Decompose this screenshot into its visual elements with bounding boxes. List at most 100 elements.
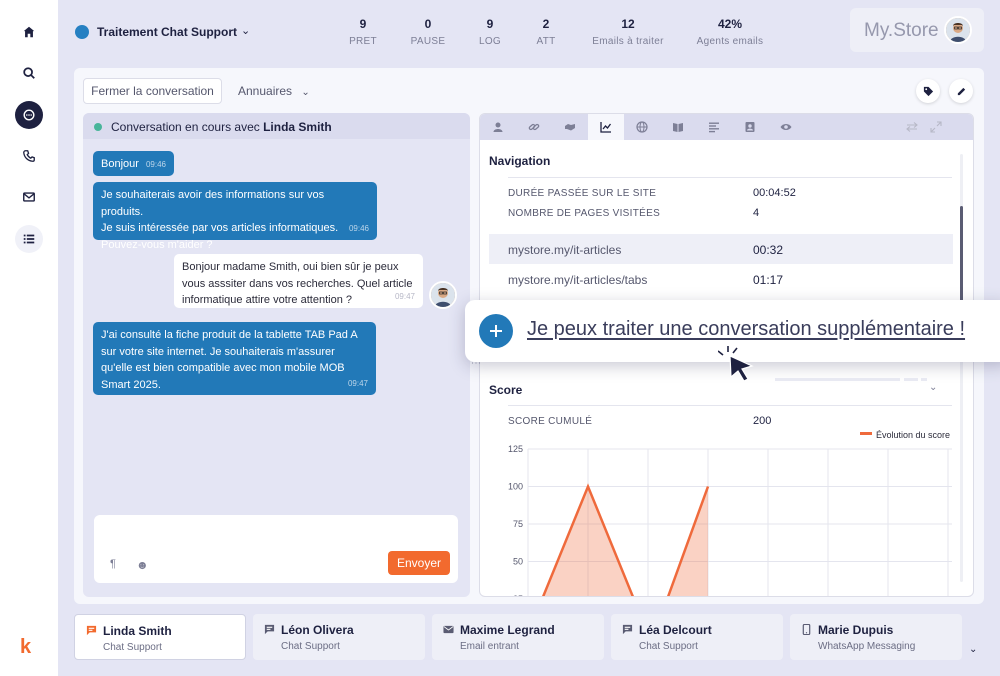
top-bar: Traitement Chat Support ⌄ 9 PRET 0 PAUSE 9… (58, 0, 1000, 66)
info-tabs (480, 114, 973, 140)
y-tick-label: 125 (508, 444, 523, 454)
tab-channel: Email entrant (460, 641, 519, 652)
legend-swatch (860, 432, 872, 435)
page-url[interactable]: mystore.my/it-articles (508, 243, 621, 257)
time-on-site-label: DURÉE PASSÉE SUR LE SITE (508, 188, 657, 199)
tab-contact-name: Léon Olivera (281, 623, 354, 637)
chat-icon (264, 624, 275, 635)
extra-conversation-link[interactable]: Je peux traiter une conversation supplém… (527, 318, 965, 341)
stat-att: 2 ATT (536, 17, 556, 47)
message-bubble: J'ai consulté la fiche produit de la tab… (93, 322, 376, 395)
conversation-tab[interactable]: Léon Olivera Chat Support (253, 614, 425, 660)
chevron-down-icon[interactable]: ⌄ (241, 24, 250, 37)
stat-agents: 42% Agents emails (696, 17, 764, 47)
queue-selector[interactable]: Traitement Chat Support (97, 25, 237, 39)
chevron-down-icon[interactable]: ⌄ (929, 382, 937, 393)
tab-contact-name: Léa Delcourt (639, 623, 712, 637)
page-time: 01:17 (753, 273, 784, 287)
link-icon[interactable] (516, 114, 552, 140)
y-tick-label: 25 (513, 594, 523, 597)
y-tick-label: 100 (508, 482, 523, 492)
tab-channel: Chat Support (639, 641, 698, 652)
message-bubble: Je souhaiterais avoir des informations s… (93, 182, 377, 251)
legend-label: Évolution du score (876, 430, 950, 440)
close-conversation-button[interactable]: Fermer la conversation (83, 78, 222, 104)
page-url[interactable]: mystore.my/it-articles/tabs (508, 273, 647, 287)
send-button[interactable]: Envoyer (388, 551, 450, 575)
tag-icon[interactable] (916, 79, 940, 103)
conversation-header: Conversation en cours avec Linda Smith (83, 113, 470, 139)
mail-icon[interactable] (15, 183, 43, 211)
stat-emails: 12 Emails à traiter (592, 17, 664, 47)
chart-icon[interactable] (588, 114, 624, 140)
tab-contact-name: Maxime Legrand (460, 623, 555, 637)
tab-contact-name: Linda Smith (103, 624, 172, 638)
y-tick-label: 50 (513, 557, 523, 567)
queue-status-dot (75, 25, 89, 39)
chat-icon[interactable] (15, 101, 43, 129)
book-icon[interactable] (660, 114, 696, 140)
divider (508, 177, 952, 178)
tab-channel: Chat Support (103, 642, 162, 653)
chevron-down-icon[interactable]: ⌄ (969, 644, 977, 655)
decorative-line (921, 378, 927, 381)
stat-log: 9 LOG (478, 17, 502, 47)
stat-pause: 0 PAUSE (410, 17, 446, 47)
pointer-cursor-icon (718, 346, 754, 382)
globe-icon[interactable] (624, 114, 660, 140)
score-cumul-value: 200 (753, 415, 772, 427)
search-icon[interactable] (15, 59, 43, 87)
conversation-tab[interactable]: Maxime Legrand Email entrant (432, 614, 604, 660)
conversation-title: Conversation en cours avec Linda Smith (111, 120, 332, 134)
align-icon[interactable] (696, 114, 732, 140)
score-cumul-label: SCORE CUMULÉ (508, 416, 593, 427)
conversation-tab[interactable]: Linda Smith Chat Support (74, 614, 246, 660)
online-status-dot (94, 123, 102, 131)
pages-visited-label: NOMBRE DE PAGES VISITÉES (508, 208, 661, 219)
conversation-panel: Conversation en cours avec Linda Smith B… (83, 113, 470, 597)
conversation-tab[interactable]: Léa Delcourt Chat Support (611, 614, 783, 660)
home-icon[interactable] (15, 18, 43, 46)
message-bubble: Bonjour 09:46 (93, 151, 174, 176)
expand-icon[interactable] (918, 114, 954, 140)
tab-channel: WhatsApp Messaging (818, 641, 916, 652)
divider (508, 405, 952, 406)
eye-icon[interactable] (768, 114, 804, 140)
page-time: 00:32 (753, 243, 784, 257)
tab-channel: Chat Support (281, 641, 340, 652)
list-icon[interactable] (15, 225, 43, 253)
mail-icon (443, 625, 454, 634)
decorative-line (775, 378, 900, 381)
user-icon[interactable] (480, 114, 516, 140)
pages-visited-value: 4 (753, 207, 760, 219)
contact-card-icon[interactable] (732, 114, 768, 140)
message-bubble: Bonjour madame Smith, oui bien sûr je pe… (174, 254, 423, 308)
time-on-site-value: 00:04:52 (753, 187, 796, 199)
phone-icon[interactable] (15, 142, 43, 170)
avatar (429, 281, 457, 309)
app-logo: k (20, 636, 32, 658)
plus-icon[interactable] (479, 314, 513, 348)
edit-icon[interactable] (949, 79, 973, 103)
handshake-icon[interactable] (552, 114, 588, 140)
store-account[interactable]: My.Store (850, 8, 984, 52)
avatar[interactable] (944, 16, 972, 44)
score-title: Score (489, 383, 523, 397)
stat-pret: 9 PRET (349, 17, 377, 47)
emoji-icon[interactable]: ☻ (136, 558, 149, 572)
paragraph-icon[interactable]: ¶ (110, 558, 116, 570)
chevron-down-icon: ⌄ (301, 87, 310, 98)
conversation-tab[interactable]: Marie Dupuis WhatsApp Messaging (790, 614, 962, 660)
score-chart: Évolution du score 125 100 75 50 25 (508, 430, 952, 597)
mobile-icon (802, 624, 811, 635)
decorative-line (904, 378, 918, 381)
message-composer[interactable]: ¶ ☻ Envoyer (94, 515, 458, 583)
navigation-title: Navigation (489, 154, 551, 168)
side-rail: k (0, 0, 58, 676)
chat-icon (86, 625, 97, 636)
chat-icon (622, 624, 633, 635)
directory-dropdown[interactable]: Annuaires ⌄ (238, 84, 310, 98)
store-name: My.Store (864, 20, 939, 41)
tab-contact-name: Marie Dupuis (818, 623, 894, 637)
directory-label: Annuaires (238, 84, 293, 98)
